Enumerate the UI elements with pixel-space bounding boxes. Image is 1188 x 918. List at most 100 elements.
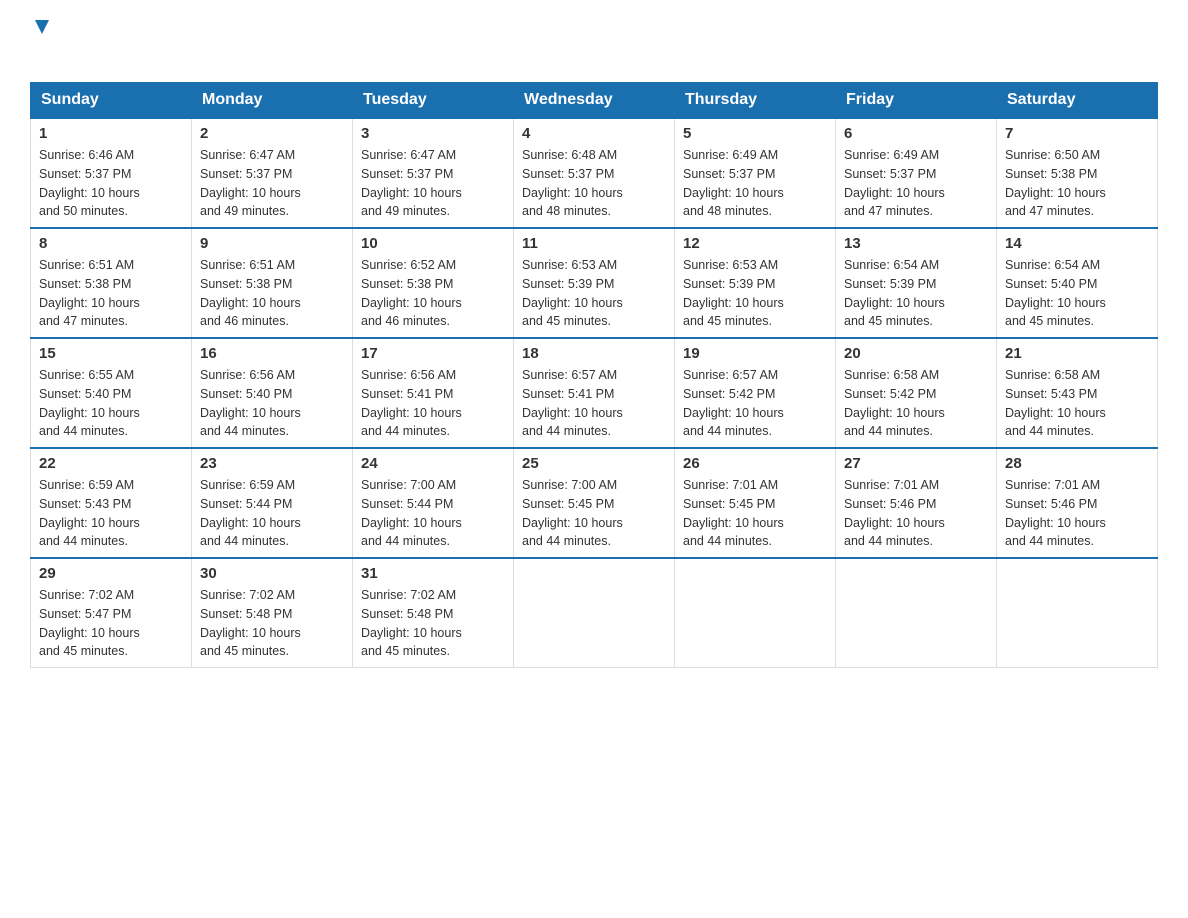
day-cell-24: 24 Sunrise: 7:00 AMSunset: 5:44 PMDaylig…: [353, 448, 514, 558]
day-info: Sunrise: 7:01 AMSunset: 5:45 PMDaylight:…: [683, 478, 784, 548]
week-row-5: 29 Sunrise: 7:02 AMSunset: 5:47 PMDaylig…: [31, 558, 1158, 668]
day-cell-4: 4 Sunrise: 6:48 AMSunset: 5:37 PMDayligh…: [514, 118, 675, 228]
day-number: 17: [361, 345, 505, 362]
day-number: 6: [844, 125, 988, 142]
day-info: Sunrise: 6:53 AMSunset: 5:39 PMDaylight:…: [683, 258, 784, 328]
day-info: Sunrise: 7:02 AMSunset: 5:47 PMDaylight:…: [39, 588, 140, 658]
day-info: Sunrise: 6:56 AMSunset: 5:41 PMDaylight:…: [361, 368, 462, 438]
day-info: Sunrise: 6:58 AMSunset: 5:42 PMDaylight:…: [844, 368, 945, 438]
day-number: 10: [361, 235, 505, 252]
day-number: 8: [39, 235, 183, 252]
day-number: 13: [844, 235, 988, 252]
day-number: 3: [361, 125, 505, 142]
day-info: Sunrise: 6:51 AMSunset: 5:38 PMDaylight:…: [200, 258, 301, 328]
week-row-4: 22 Sunrise: 6:59 AMSunset: 5:43 PMDaylig…: [31, 448, 1158, 558]
day-number: 14: [1005, 235, 1149, 252]
day-cell-20: 20 Sunrise: 6:58 AMSunset: 5:42 PMDaylig…: [836, 338, 997, 448]
day-number: 9: [200, 235, 344, 252]
day-header-tuesday: Tuesday: [353, 83, 514, 119]
day-number: 23: [200, 455, 344, 472]
day-info: Sunrise: 6:47 AMSunset: 5:37 PMDaylight:…: [361, 148, 462, 218]
day-info: Sunrise: 7:00 AMSunset: 5:45 PMDaylight:…: [522, 478, 623, 548]
day-info: Sunrise: 6:47 AMSunset: 5:37 PMDaylight:…: [200, 148, 301, 218]
week-row-1: 1 Sunrise: 6:46 AMSunset: 5:37 PMDayligh…: [31, 118, 1158, 228]
day-number: 21: [1005, 345, 1149, 362]
day-number: 25: [522, 455, 666, 472]
day-number: 7: [1005, 125, 1149, 142]
day-number: 26: [683, 455, 827, 472]
day-info: Sunrise: 6:52 AMSunset: 5:38 PMDaylight:…: [361, 258, 462, 328]
day-info: Sunrise: 6:49 AMSunset: 5:37 PMDaylight:…: [844, 148, 945, 218]
day-info: Sunrise: 7:01 AMSunset: 5:46 PMDaylight:…: [1005, 478, 1106, 548]
page-header: [30, 20, 1158, 72]
day-cell-18: 18 Sunrise: 6:57 AMSunset: 5:41 PMDaylig…: [514, 338, 675, 448]
day-cell-15: 15 Sunrise: 6:55 AMSunset: 5:40 PMDaylig…: [31, 338, 192, 448]
day-cell-2: 2 Sunrise: 6:47 AMSunset: 5:37 PMDayligh…: [192, 118, 353, 228]
day-header-wednesday: Wednesday: [514, 83, 675, 119]
day-cell-31: 31 Sunrise: 7:02 AMSunset: 5:48 PMDaylig…: [353, 558, 514, 668]
day-info: Sunrise: 6:57 AMSunset: 5:42 PMDaylight:…: [683, 368, 784, 438]
empty-cell: [514, 558, 675, 668]
day-info: Sunrise: 7:00 AMSunset: 5:44 PMDaylight:…: [361, 478, 462, 548]
day-cell-23: 23 Sunrise: 6:59 AMSunset: 5:44 PMDaylig…: [192, 448, 353, 558]
day-header-sunday: Sunday: [31, 83, 192, 119]
day-info: Sunrise: 6:56 AMSunset: 5:40 PMDaylight:…: [200, 368, 301, 438]
day-number: 2: [200, 125, 344, 142]
day-info: Sunrise: 6:46 AMSunset: 5:37 PMDaylight:…: [39, 148, 140, 218]
day-cell-29: 29 Sunrise: 7:02 AMSunset: 5:47 PMDaylig…: [31, 558, 192, 668]
day-info: Sunrise: 7:02 AMSunset: 5:48 PMDaylight:…: [200, 588, 301, 658]
day-number: 15: [39, 345, 183, 362]
day-number: 28: [1005, 455, 1149, 472]
day-number: 24: [361, 455, 505, 472]
day-cell-14: 14 Sunrise: 6:54 AMSunset: 5:40 PMDaylig…: [997, 228, 1158, 338]
day-cell-19: 19 Sunrise: 6:57 AMSunset: 5:42 PMDaylig…: [675, 338, 836, 448]
calendar-table: SundayMondayTuesdayWednesdayThursdayFrid…: [30, 82, 1158, 668]
week-row-3: 15 Sunrise: 6:55 AMSunset: 5:40 PMDaylig…: [31, 338, 1158, 448]
day-cell-10: 10 Sunrise: 6:52 AMSunset: 5:38 PMDaylig…: [353, 228, 514, 338]
day-number: 5: [683, 125, 827, 142]
day-cell-9: 9 Sunrise: 6:51 AMSunset: 5:38 PMDayligh…: [192, 228, 353, 338]
day-info: Sunrise: 6:55 AMSunset: 5:40 PMDaylight:…: [39, 368, 140, 438]
day-number: 1: [39, 125, 183, 142]
day-info: Sunrise: 6:54 AMSunset: 5:39 PMDaylight:…: [844, 258, 945, 328]
day-number: 31: [361, 565, 505, 582]
logo: [30, 20, 53, 72]
day-info: Sunrise: 6:59 AMSunset: 5:44 PMDaylight:…: [200, 478, 301, 548]
day-info: Sunrise: 6:57 AMSunset: 5:41 PMDaylight:…: [522, 368, 623, 438]
empty-cell: [997, 558, 1158, 668]
week-row-2: 8 Sunrise: 6:51 AMSunset: 5:38 PMDayligh…: [31, 228, 1158, 338]
day-number: 20: [844, 345, 988, 362]
day-header-saturday: Saturday: [997, 83, 1158, 119]
day-number: 11: [522, 235, 666, 252]
day-header-monday: Monday: [192, 83, 353, 119]
day-cell-25: 25 Sunrise: 7:00 AMSunset: 5:45 PMDaylig…: [514, 448, 675, 558]
day-cell-21: 21 Sunrise: 6:58 AMSunset: 5:43 PMDaylig…: [997, 338, 1158, 448]
empty-cell: [836, 558, 997, 668]
day-cell-7: 7 Sunrise: 6:50 AMSunset: 5:38 PMDayligh…: [997, 118, 1158, 228]
day-info: Sunrise: 6:49 AMSunset: 5:37 PMDaylight:…: [683, 148, 784, 218]
day-cell-1: 1 Sunrise: 6:46 AMSunset: 5:37 PMDayligh…: [31, 118, 192, 228]
day-number: 27: [844, 455, 988, 472]
day-number: 12: [683, 235, 827, 252]
day-cell-17: 17 Sunrise: 6:56 AMSunset: 5:41 PMDaylig…: [353, 338, 514, 448]
day-number: 30: [200, 565, 344, 582]
day-number: 16: [200, 345, 344, 362]
day-info: Sunrise: 7:01 AMSunset: 5:46 PMDaylight:…: [844, 478, 945, 548]
day-info: Sunrise: 6:54 AMSunset: 5:40 PMDaylight:…: [1005, 258, 1106, 328]
day-header-thursday: Thursday: [675, 83, 836, 119]
day-info: Sunrise: 6:50 AMSunset: 5:38 PMDaylight:…: [1005, 148, 1106, 218]
day-cell-28: 28 Sunrise: 7:01 AMSunset: 5:46 PMDaylig…: [997, 448, 1158, 558]
days-header-row: SundayMondayTuesdayWednesdayThursdayFrid…: [31, 83, 1158, 119]
day-info: Sunrise: 6:51 AMSunset: 5:38 PMDaylight:…: [39, 258, 140, 328]
day-cell-3: 3 Sunrise: 6:47 AMSunset: 5:37 PMDayligh…: [353, 118, 514, 228]
day-number: 29: [39, 565, 183, 582]
day-number: 18: [522, 345, 666, 362]
day-info: Sunrise: 6:58 AMSunset: 5:43 PMDaylight:…: [1005, 368, 1106, 438]
day-cell-13: 13 Sunrise: 6:54 AMSunset: 5:39 PMDaylig…: [836, 228, 997, 338]
day-cell-8: 8 Sunrise: 6:51 AMSunset: 5:38 PMDayligh…: [31, 228, 192, 338]
day-cell-6: 6 Sunrise: 6:49 AMSunset: 5:37 PMDayligh…: [836, 118, 997, 228]
day-number: 22: [39, 455, 183, 472]
day-info: Sunrise: 7:02 AMSunset: 5:48 PMDaylight:…: [361, 588, 462, 658]
logo-arrow-icon: [31, 16, 53, 38]
day-cell-12: 12 Sunrise: 6:53 AMSunset: 5:39 PMDaylig…: [675, 228, 836, 338]
